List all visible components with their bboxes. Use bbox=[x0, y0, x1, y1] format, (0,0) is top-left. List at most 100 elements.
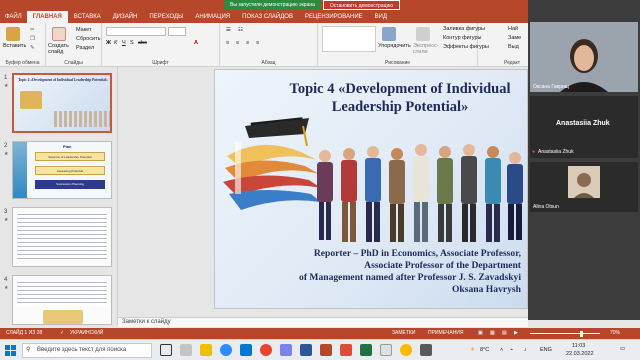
powerpoint-icon[interactable] bbox=[320, 344, 332, 356]
paste-button[interactable]: Вставить bbox=[3, 43, 26, 49]
thumb-text-block bbox=[17, 212, 107, 260]
spellcheck-icon[interactable]: ✓ bbox=[60, 328, 64, 339]
replace-button[interactable]: Заме bbox=[508, 35, 521, 41]
font-size-select[interactable] bbox=[168, 27, 186, 36]
font-name-select[interactable] bbox=[106, 27, 166, 36]
tab-review[interactable]: РЕЦЕНЗИРОВАНИЕ bbox=[299, 11, 369, 23]
current-slide[interactable]: Topic 4 «Development of Individual Leade… bbox=[214, 69, 528, 309]
find-button[interactable]: Най bbox=[508, 26, 518, 32]
slide-thumbnail-2[interactable]: Plan Essence of Leadership Potential Ass… bbox=[12, 141, 112, 199]
align-right-icon[interactable]: ≡ bbox=[246, 40, 249, 46]
zoom-level[interactable]: 70% bbox=[610, 328, 620, 339]
slide-body-text[interactable]: Reporter – PhD in Economics, Associate P… bbox=[219, 248, 525, 296]
network-icon[interactable]: ⌁ bbox=[510, 347, 513, 353]
slide-thumbnail-3[interactable] bbox=[12, 207, 112, 267]
tab-insert[interactable]: ВСТАВКА bbox=[68, 11, 107, 23]
tray-chevron-icon[interactable]: ˄ bbox=[500, 347, 503, 353]
app-icon[interactable] bbox=[380, 344, 392, 356]
slide-editor-area[interactable]: Topic 4 «Development of Individual Leade… bbox=[118, 67, 528, 317]
sorter-view-icon[interactable]: ▦ bbox=[490, 328, 495, 339]
temperature[interactable]: 8°C bbox=[480, 347, 489, 353]
section-button[interactable]: Раздел bbox=[76, 45, 94, 51]
video-panel: Оксана Гаврищ Anastasiia Zhuk Anastasiia… bbox=[528, 0, 640, 320]
shapes-gallery[interactable] bbox=[322, 26, 376, 52]
shape-outline-button[interactable]: Контур фигуры bbox=[443, 35, 481, 41]
quick-styles-icon bbox=[416, 27, 430, 41]
thumb-text-block bbox=[17, 280, 107, 306]
new-slide-button[interactable]: Создать слайд bbox=[48, 43, 72, 55]
align-left-icon[interactable]: ≡ bbox=[226, 40, 229, 46]
copy-icon[interactable]: ❐ bbox=[30, 36, 35, 42]
arrange-button[interactable]: Упорядочить bbox=[378, 43, 411, 49]
app-icon[interactable] bbox=[340, 344, 352, 356]
tab-design[interactable]: ДИЗАЙН bbox=[107, 11, 144, 23]
align-center-icon[interactable]: ≡ bbox=[236, 40, 239, 46]
reset-button[interactable]: Сбросить bbox=[76, 36, 100, 42]
chrome-icon[interactable] bbox=[260, 344, 272, 356]
slideshow-view-icon[interactable]: ▶ bbox=[514, 328, 518, 339]
participant2-name: Anastasiia Zhuk bbox=[556, 120, 610, 127]
status-bar: СЛАЙД 1 ИЗ 28 ✓ УКРАИНСКИЙ ЗАМЕТКИ ПРИМЕ… bbox=[0, 328, 640, 339]
status-language[interactable]: УКРАИНСКИЙ bbox=[70, 328, 103, 339]
plan-item-3: Succession Planning bbox=[35, 180, 105, 189]
numbering-icon[interactable]: ☷ bbox=[238, 27, 243, 33]
layout-button[interactable]: Макет bbox=[76, 27, 92, 33]
zoom-slider-thumb[interactable] bbox=[580, 331, 583, 337]
video-tile-1[interactable]: Оксана Гаврищ bbox=[530, 22, 638, 92]
format-painter-icon[interactable]: ✎ bbox=[30, 45, 35, 51]
clock-date[interactable]: 22.03.2022 bbox=[566, 351, 594, 357]
strikethrough-icon[interactable]: abc bbox=[138, 40, 147, 46]
tab-home[interactable]: ГЛАВНАЯ bbox=[26, 11, 68, 23]
task-view-icon[interactable] bbox=[160, 344, 172, 356]
video-tile-3[interactable]: Alina Otsun bbox=[530, 162, 638, 212]
shadow-icon[interactable]: S bbox=[130, 40, 134, 46]
taskbar-search-input[interactable]: Введите здесь текст для поиска bbox=[22, 343, 152, 358]
slide-thumbnails-pane[interactable]: 1 ★ Topic 4 «Development of Individual L… bbox=[0, 67, 118, 325]
zoom-slider[interactable] bbox=[530, 333, 600, 334]
teams-icon[interactable] bbox=[280, 344, 292, 356]
cut-icon[interactable]: ✂ bbox=[30, 27, 35, 33]
paragraph-label: Абзац bbox=[261, 60, 276, 66]
file-explorer-icon[interactable] bbox=[200, 344, 212, 356]
app-icon[interactable] bbox=[420, 344, 432, 356]
normal-view-icon[interactable]: ▣ bbox=[478, 328, 483, 339]
select-button[interactable]: Выд bbox=[508, 44, 519, 50]
reading-view-icon[interactable]: ▤ bbox=[502, 328, 507, 339]
thumb-number: 4 bbox=[4, 277, 8, 283]
zoom-app-icon[interactable] bbox=[220, 344, 232, 356]
widgets-icon[interactable] bbox=[180, 344, 192, 356]
slide-title[interactable]: Topic 4 «Development of Individual Leade… bbox=[275, 80, 525, 116]
video-tile-2[interactable]: Anastasiia Zhuk Anastasiia Zhuk ● bbox=[530, 96, 638, 158]
volume-icon[interactable]: ♪ bbox=[524, 347, 527, 353]
app-icon[interactable] bbox=[400, 344, 412, 356]
drawing-group: Упорядочить Экспресс-стили Заливка фигур… bbox=[318, 23, 489, 67]
justify-icon[interactable]: ≡ bbox=[256, 40, 259, 46]
notes-toggle[interactable]: ЗАМЕТКИ bbox=[392, 328, 415, 339]
tab-slideshow[interactable]: ПОКАЗ СЛАЙДОВ bbox=[236, 11, 299, 23]
slide-thumbnail-4[interactable] bbox=[12, 275, 112, 325]
excel-icon[interactable] bbox=[360, 344, 372, 356]
clock-time[interactable]: 11:03 bbox=[572, 343, 585, 349]
word-icon[interactable] bbox=[300, 344, 312, 356]
share-message: Вы запустили демонстрацию экрана bbox=[224, 0, 321, 10]
bold-icon[interactable]: Ж bbox=[106, 40, 111, 46]
tab-transitions[interactable]: ПЕРЕХОДЫ bbox=[143, 11, 189, 23]
comments-toggle[interactable]: ПРИМЕЧАНИЯ bbox=[428, 328, 464, 339]
tab-view[interactable]: ВИД bbox=[369, 11, 393, 23]
input-language[interactable]: ENG bbox=[540, 347, 552, 353]
tab-animations[interactable]: АНИМАЦИЯ bbox=[189, 11, 236, 23]
thumb-title: Topic 4 «Development of Individual Leade… bbox=[18, 78, 108, 82]
underline-icon[interactable]: Ч bbox=[122, 40, 126, 46]
stop-share-button[interactable]: Остановить демонстрацию bbox=[322, 0, 401, 10]
slide-thumbnail-1[interactable]: Topic 4 «Development of Individual Leade… bbox=[12, 73, 112, 133]
bullets-icon[interactable]: ☰ bbox=[226, 27, 231, 33]
font-color-icon[interactable]: A bbox=[194, 40, 198, 46]
tab-file[interactable]: ФАЙЛ bbox=[0, 11, 27, 23]
italic-icon[interactable]: К bbox=[114, 40, 117, 46]
edge-icon[interactable] bbox=[240, 344, 252, 356]
slides-label: Слайды bbox=[64, 60, 83, 66]
notifications-icon[interactable]: ▭ bbox=[620, 346, 625, 352]
notes-pane[interactable]: Заметки к слайду bbox=[118, 317, 528, 327]
windows-start-icon[interactable] bbox=[5, 345, 16, 356]
quick-styles-button[interactable]: Экспресс-стили bbox=[413, 43, 441, 55]
